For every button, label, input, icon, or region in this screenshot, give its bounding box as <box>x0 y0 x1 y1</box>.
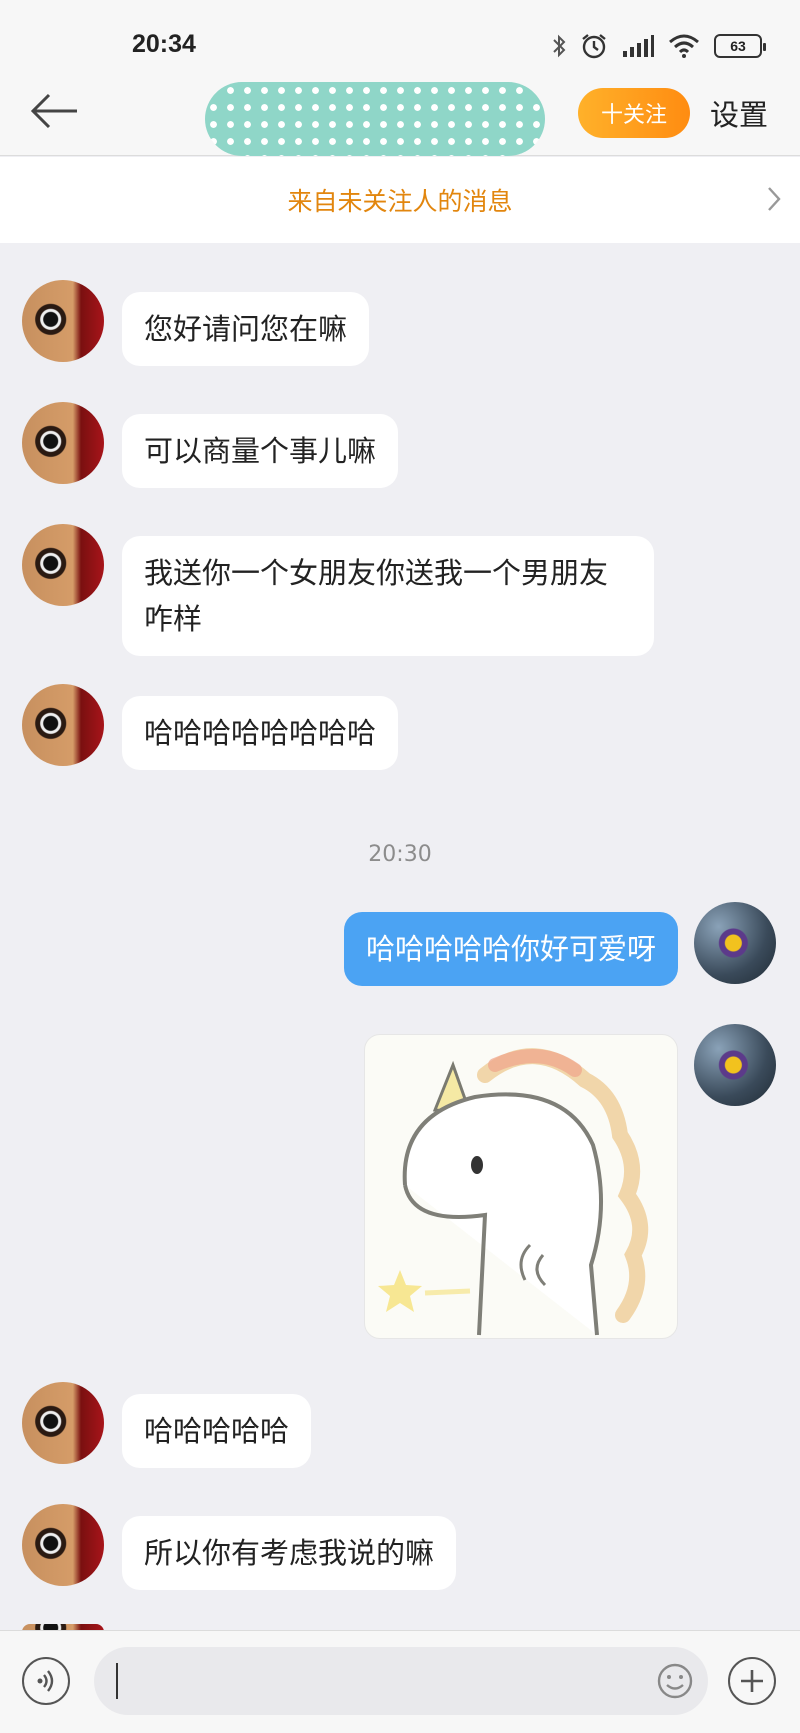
battery-icon: 63 <box>714 34 766 58</box>
avatar-them[interactable] <box>22 1382 104 1464</box>
emoji-button[interactable] <box>656 1662 694 1700</box>
avatar-me[interactable] <box>694 1024 776 1106</box>
voice-icon <box>37 1670 54 1692</box>
avatar-me[interactable] <box>694 902 776 984</box>
input-bar <box>0 1630 800 1733</box>
message-bubble-them[interactable]: 我送你一个女朋友你送我一个男朋友咋样 <box>122 536 654 656</box>
message-bubble-them[interactable]: 可以商量个事儿嘛 <box>122 414 399 488</box>
emoji-icon <box>657 1663 693 1699</box>
plus-button[interactable] <box>728 1657 776 1705</box>
alarm-icon <box>580 32 608 60</box>
chat-header: 十关注 设置 <box>0 68 800 156</box>
avatar-them[interactable] <box>22 684 104 766</box>
back-arrow-icon <box>30 93 77 129</box>
status-icons: 63 <box>552 28 766 64</box>
message-bubble-them[interactable]: 您好请问您在嘛 <box>122 292 370 366</box>
settings-button[interactable]: 设置 <box>710 92 768 134</box>
avatar-them[interactable] <box>22 524 104 606</box>
follow-button[interactable]: 十关注 <box>578 88 690 138</box>
avatar-them[interactable] <box>22 1504 104 1586</box>
bluetooth-icon <box>552 34 566 58</box>
signal-icon <box>622 35 654 57</box>
message-input-box[interactable] <box>94 1647 708 1715</box>
message-bubble-me[interactable]: 哈哈哈哈哈你好可爱呀 <box>343 912 678 986</box>
chevron-right-icon <box>766 185 782 217</box>
avatar-them[interactable] <box>22 402 104 484</box>
message-bubble-them[interactable]: 所以你有考虑我说的嘛 <box>122 1516 457 1590</box>
status-time: 20:34 <box>132 30 196 58</box>
back-button[interactable] <box>24 86 84 136</box>
contact-name-redacted[interactable] <box>205 82 545 156</box>
unicorn-sticker[interactable] <box>364 1034 678 1339</box>
avatar-them[interactable] <box>22 280 104 362</box>
message-bubble-them[interactable]: 哈哈哈哈哈哈哈哈 <box>122 696 399 770</box>
plus-icon <box>741 1670 763 1692</box>
message-bubble-them[interactable]: 哈哈哈哈哈 <box>122 1394 312 1468</box>
timestamp: 20:30 <box>368 842 432 867</box>
stranger-message-notice[interactable]: 来自未关注人的消息 <box>0 157 800 243</box>
voice-button[interactable] <box>22 1657 70 1705</box>
message-input[interactable] <box>118 1659 638 1703</box>
wifi-icon <box>668 34 700 58</box>
notice-text: 来自未关注人的消息 <box>287 187 513 216</box>
